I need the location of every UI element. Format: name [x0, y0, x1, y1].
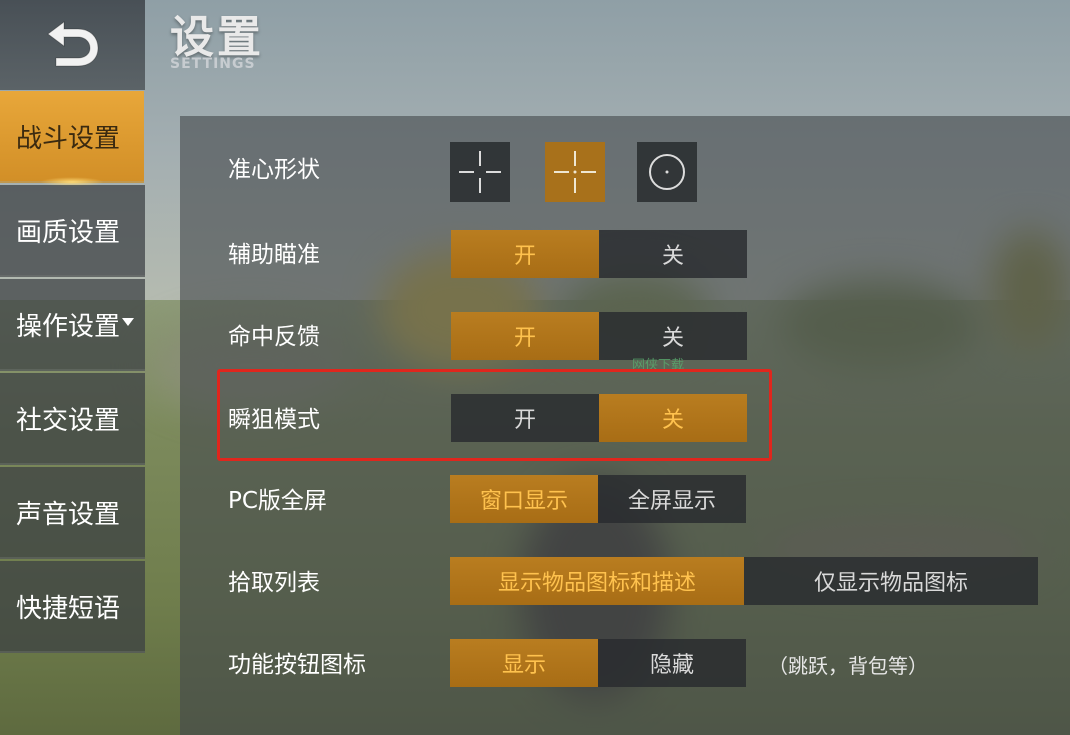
fullscreen-button[interactable]: 全屏显示 [598, 475, 746, 523]
aim-assist-toggle: 开 关 [451, 230, 747, 278]
sidebar-item-label: 操作设置 [16, 311, 121, 342]
sidebar-item-graphics-settings[interactable]: 画质设置 [0, 185, 145, 277]
hit-feedback-off-button[interactable]: 关 [599, 312, 747, 360]
sidebar-item-label: 快捷短语 [16, 593, 121, 624]
title-english: SETTINGS [170, 56, 256, 72]
sidebar-item-label: 战斗设置 [16, 123, 121, 154]
show-icon-and-desc-button[interactable]: 显示物品图标和描述 [450, 557, 744, 605]
pickup-list-label: 拾取列表 [228, 570, 320, 596]
sidebar-item-quick-phrases[interactable]: 快捷短语 [0, 561, 145, 653]
page-title: 设置 SETTINGS [170, 12, 264, 73]
highlight-box [217, 369, 772, 461]
crosshair-style-2-icon[interactable] [545, 142, 605, 202]
windowed-button[interactable]: 窗口显示 [450, 475, 598, 523]
sidebar-item-control-settings[interactable]: 操作设置 [0, 279, 145, 371]
show-icon-only-button[interactable]: 仅显示物品图标 [744, 557, 1038, 605]
aim-assist-off-button[interactable]: 关 [599, 230, 747, 278]
caret-down-icon [122, 318, 135, 326]
function-button-icons-label: 功能按钮图标 [228, 652, 366, 678]
sidebar-item-combat-settings[interactable]: 战斗设置 [0, 91, 144, 187]
function-button-note: （跳跃，背包等） [768, 654, 928, 678]
aim-assist-label: 辅助瞄准 [228, 242, 320, 268]
show-button[interactable]: 显示 [450, 639, 598, 687]
aim-assist-on-button[interactable]: 开 [451, 230, 599, 278]
pc-fullscreen-toggle: 窗口显示 全屏显示 [450, 475, 746, 523]
function-button-icons-toggle: 显示 隐藏 [450, 639, 746, 687]
crosshair-label: 准心形状 [228, 157, 320, 183]
title-chinese: 设置 [170, 12, 264, 63]
back-arrow-icon[interactable] [40, 18, 104, 68]
sidebar: 战斗设置 画质设置 操作设置 社交设置 声音设置 快捷短语 [0, 91, 145, 735]
sidebar-item-audio-settings[interactable]: 声音设置 [0, 467, 145, 559]
hit-feedback-label: 命中反馈 [228, 324, 320, 350]
sidebar-item-social-settings[interactable]: 社交设置 [0, 373, 145, 465]
hide-button[interactable]: 隐藏 [598, 639, 746, 687]
sidebar-item-label: 画质设置 [16, 217, 121, 248]
crosshair-circle-icon[interactable] [637, 142, 697, 202]
sidebar-item-label: 社交设置 [16, 405, 121, 436]
pc-fullscreen-label: PC版全屏 [228, 488, 327, 514]
crosshair-style-1-icon[interactable] [450, 142, 510, 202]
pickup-list-toggle: 显示物品图标和描述 仅显示物品图标 [450, 557, 1038, 605]
hit-feedback-toggle: 开 关 [451, 312, 747, 360]
sidebar-item-label: 声音设置 [16, 499, 121, 530]
hit-feedback-on-button[interactable]: 开 [451, 312, 599, 360]
